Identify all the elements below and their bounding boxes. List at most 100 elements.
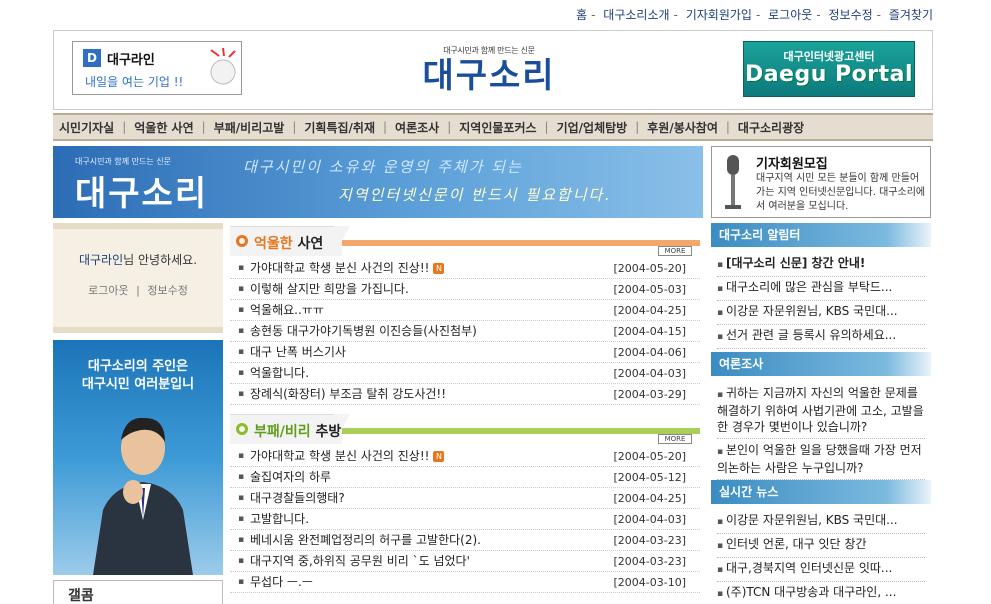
- daeguline-ad[interactable]: D 대구라인 내일을 여는 기업 !!: [72, 41, 242, 95]
- notice-item[interactable]: 대구소리에 많은 관심을 부탁드...: [717, 277, 925, 301]
- menu-plaza[interactable]: 대구소리광장: [738, 119, 804, 136]
- list-item[interactable]: 억울합니다. [2004-04-03]: [230, 363, 700, 384]
- new-badge-icon: N: [433, 263, 445, 274]
- site-logo[interactable]: 대구시민과 함께 만드는 신문 대구소리: [409, 45, 569, 101]
- article-title-link[interactable]: 억울해요..ㅠㅠ: [250, 303, 324, 317]
- article-date: [2004-04-15]: [613, 325, 686, 338]
- owner-banner[interactable]: 대구소리의 주인은 대구시민 여러분입니: [53, 340, 223, 575]
- article-date: [2004-05-12]: [613, 471, 686, 484]
- article-title-link[interactable]: 이렇해 살지만 희망을 가집니다.: [250, 282, 409, 296]
- list-item[interactable]: 베네시움 완전폐업정리의 허구를 고발한다(2). [2004-03-23]: [230, 530, 700, 551]
- news-item[interactable]: 인터넷 언론, 대구 잇단 창간: [717, 534, 925, 558]
- recruit-title: 기자회원모집: [756, 157, 828, 172]
- article-date: [2004-05-20]: [613, 262, 686, 275]
- article-title-link[interactable]: 억울합니다.: [250, 366, 309, 380]
- microphone-icon: [725, 155, 741, 209]
- list-item[interactable]: 장례식(화장터) 부조금 탈취 강도사건!! [2004-03-29]: [230, 384, 700, 405]
- section-bullet-icon: [236, 235, 248, 247]
- reporter-recruit-box[interactable]: 기자회원모집 대구지역 시민 모든 분들이 함께 만들어가는 지역 인터넷신문입…: [711, 146, 931, 218]
- list-item[interactable]: 고발합니다. [2004-04-03]: [230, 509, 700, 530]
- article-date: [2004-04-25]: [613, 304, 686, 317]
- grievance-section-header: 억울한 사연 MORE: [230, 226, 700, 256]
- news-title[interactable]: 실시간 뉴스: [711, 480, 931, 504]
- news-item-text[interactable]: 인터넷 언론, 대구 잇단 창간: [726, 537, 867, 551]
- menu-poll[interactable]: 여론조사: [395, 119, 439, 136]
- news-item[interactable]: (주)TCN 대구방송과 대구라인, ...: [717, 582, 925, 604]
- article-title-link[interactable]: 송현동 대구가야기독병원 이진승들(사진첨부): [250, 324, 477, 338]
- column-tab[interactable]: 갤콤: [53, 580, 223, 604]
- menu-grievance[interactable]: 억울한 사연: [134, 119, 193, 136]
- news-item-text[interactable]: 대구,경북지역 인터넷신문 잇따...: [726, 561, 892, 575]
- top-link-join[interactable]: 기자회원가입: [686, 8, 752, 22]
- article-date: [2004-03-23]: [613, 534, 686, 547]
- article-title-link[interactable]: 대구경찰들의행태?: [250, 491, 345, 505]
- menu-local-people[interactable]: 지역인물포커스: [459, 119, 536, 136]
- corruption-list: 가야대학교 학생 분신 사건의 진상!! N [2004-05-20] 술집여자의 하…: [230, 446, 700, 593]
- list-item[interactable]: 무섭다 ㅡ.ㅡ [2004-03-10]: [230, 572, 700, 593]
- notice-item[interactable]: [대구소리 신문] 창간 안내!: [717, 253, 925, 277]
- menu-sponsor[interactable]: 후원/봉사참여: [647, 119, 718, 136]
- greeting-user: 대구라인: [78, 253, 124, 267]
- list-item[interactable]: 이렇해 살지만 희망을 가집니다. [2004-05-03]: [230, 279, 700, 300]
- article-date: [2004-03-29]: [613, 388, 686, 401]
- poll-item-text[interactable]: 귀하는 지금까지 자신의 억울한 문제를 해결하기 위하여 사법기관에 고소, …: [717, 386, 924, 434]
- news-item-text[interactable]: (주)TCN 대구방송과 대구라인, ...: [726, 585, 896, 599]
- grievance-section-title: 억울한 사연: [254, 236, 324, 252]
- menu-corruption-report[interactable]: 부패/비리고발: [214, 119, 285, 136]
- notice-title[interactable]: 대구소리 알림터: [711, 223, 931, 247]
- article-date: [2004-04-25]: [613, 492, 686, 505]
- list-item[interactable]: 가야대학교 학생 분신 사건의 진상!! N [2004-05-20]: [230, 258, 700, 279]
- news-item[interactable]: 대구,경북지역 인터넷신문 잇따...: [717, 558, 925, 582]
- list-item[interactable]: 술집여자의 하루 [2004-05-12]: [230, 467, 700, 488]
- menu-special-feature[interactable]: 기획특집/취재: [304, 119, 375, 136]
- daegu-portal-ad[interactable]: 대구인터넷광고센터 Daegu Portal: [743, 41, 915, 97]
- article-title-link[interactable]: 가야대학교 학생 분신 사건의 진상!!: [250, 449, 429, 463]
- notice-item-text[interactable]: [대구소리 신문] 창간 안내!: [726, 256, 865, 270]
- article-title-link[interactable]: 베네시움 완전폐업정리의 허구를 고발한다(2).: [250, 533, 481, 547]
- article-title-link[interactable]: 가야대학교 학생 분신 사건의 진상!!: [250, 261, 429, 275]
- notice-item[interactable]: 이강문 자문위원님, KBS 국민대...: [717, 301, 925, 325]
- list-item[interactable]: 송현동 대구가야기독병원 이진승들(사진첨부) [2004-04-15]: [230, 321, 700, 342]
- menu-company-visit[interactable]: 기업/업체탐방: [557, 119, 628, 136]
- article-date: [2004-03-10]: [613, 576, 686, 589]
- poll-item-text[interactable]: 본인이 억울한 일을 당했을때 가장 먼저 의논하는 사람은 누구입니까?: [717, 443, 922, 475]
- article-title-link[interactable]: 고발합니다.: [250, 512, 309, 526]
- greeting-sep: |: [136, 284, 140, 297]
- article-title-link[interactable]: 대구 난폭 버스기사: [250, 345, 346, 359]
- article-title-link[interactable]: 술집여자의 하루: [250, 470, 331, 484]
- news-item-text[interactable]: 이강문 자문위원님, KBS 국민대...: [726, 513, 898, 527]
- notice-item-text[interactable]: 대구소리에 많은 관심을 부탁드...: [726, 280, 892, 294]
- grievance-more-button[interactable]: MORE: [658, 246, 692, 256]
- list-item[interactable]: 가야대학교 학생 분신 사건의 진상!! N [2004-05-20]: [230, 446, 700, 467]
- top-link-edit-info[interactable]: 정보수정: [828, 8, 872, 22]
- news-item[interactable]: 이강문 자문위원님, KBS 국민대...: [717, 510, 925, 534]
- corruption-more-button[interactable]: MORE: [658, 434, 692, 444]
- poll-item[interactable]: 본인이 억울한 일을 당했을때 가장 먼저 의논하는 사람은 누구입니까?: [717, 439, 925, 480]
- page-root: 홈- 대구소리소개 - 기자회원가입 - 로그아웃 - 정보수정 - 즐겨찾기 D 대구…: [0, 0, 991, 604]
- d-logo-icon: D: [83, 49, 101, 67]
- article-date: [2004-04-03]: [613, 513, 686, 526]
- greeting-edit-link[interactable]: 정보수정: [147, 284, 187, 297]
- daeguline-subtitle: 내일을 여는 기업 !!: [85, 75, 184, 89]
- list-item[interactable]: 대구지역 중,하위직 공무원 비리 `도 넘었다' [2004-03-23]: [230, 551, 700, 572]
- poll-title[interactable]: 여론조사: [711, 352, 931, 376]
- list-item[interactable]: 대구경찰들의행태? [2004-04-25]: [230, 488, 700, 509]
- notice-item[interactable]: 선거 관련 글 등록시 유의하세요...: [717, 325, 925, 349]
- login-greeting-box: 대구라인님 안녕하세요. 로그아웃 | 정보수정: [53, 223, 223, 333]
- greeting-logout-link[interactable]: 로그아웃: [88, 284, 128, 297]
- top-link-about[interactable]: 대구소리소개: [603, 8, 669, 22]
- portal-main-text: Daegu Portal: [744, 62, 914, 87]
- list-item[interactable]: 대구 난폭 버스기사 [2004-04-06]: [230, 342, 700, 363]
- notice-item-text[interactable]: 선거 관련 글 등록시 유의하세요...: [726, 328, 896, 342]
- article-date: [2004-03-23]: [613, 555, 686, 568]
- menu-citizen-reporter[interactable]: 시민기자실: [59, 119, 114, 136]
- poll-item[interactable]: 귀하는 지금까지 자신의 억울한 문제를 해결하기 위하여 사법기관에 고소, …: [717, 382, 925, 439]
- top-link-logout[interactable]: 로그아웃: [768, 8, 812, 22]
- list-item[interactable]: 억울해요..ㅠㅠ [2004-04-25]: [230, 300, 700, 321]
- article-title-link[interactable]: 무섭다 ㅡ.ㅡ: [250, 575, 313, 589]
- top-link-bookmark[interactable]: 즐겨찾기: [889, 8, 933, 22]
- notice-item-text[interactable]: 이강문 자문위원님, KBS 국민대...: [726, 304, 898, 318]
- article-title-link[interactable]: 대구지역 중,하위직 공무원 비리 `도 넘었다': [250, 554, 470, 568]
- top-link-home[interactable]: 홈: [576, 8, 587, 22]
- article-title-link[interactable]: 장례식(화장터) 부조금 탈취 강도사건!!: [250, 387, 446, 401]
